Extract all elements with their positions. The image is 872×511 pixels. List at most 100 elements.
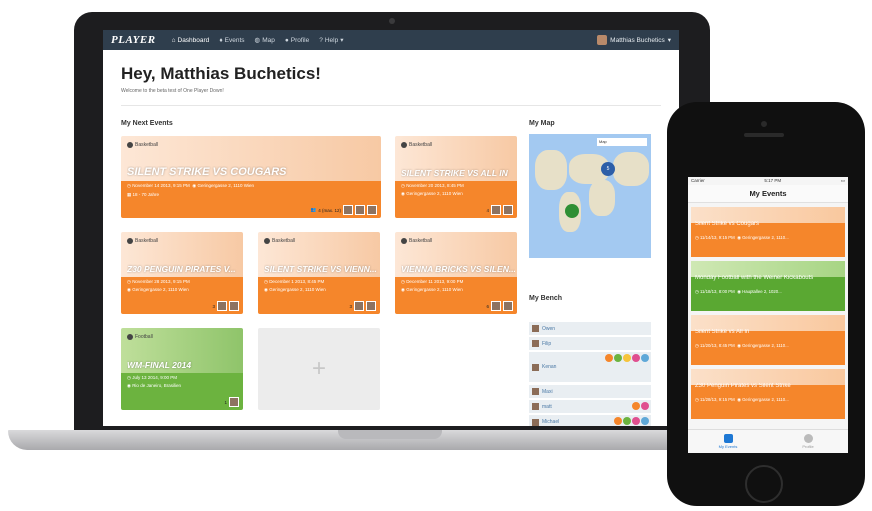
attendees: 6 bbox=[486, 301, 513, 311]
tab-bar: My Events Profile bbox=[688, 429, 848, 453]
sport-icon bbox=[641, 402, 649, 410]
sport-icon bbox=[605, 354, 613, 362]
laptop-screen: PLAYER ⌂ Dashboard ♦ Events ◍ Map ● Profile … bbox=[103, 30, 679, 426]
bench-title: My Bench bbox=[529, 295, 563, 302]
basketball-icon bbox=[127, 142, 133, 148]
phone-camera bbox=[761, 121, 767, 127]
bench-player[interactable]: Maxi bbox=[529, 385, 651, 398]
map-land bbox=[613, 152, 649, 186]
attendee-avatar bbox=[229, 397, 239, 407]
caret-down-icon: ▾ bbox=[667, 37, 671, 44]
attendee-avatar bbox=[217, 301, 227, 311]
user-menu[interactable]: Matthias Buchetics ▾ bbox=[597, 35, 671, 45]
nav-help[interactable]: ? Help ▾ bbox=[319, 36, 344, 45]
event-info: ◷ 11/28/13, 9:15 PM ◉ Geringergasse 2, 1… bbox=[695, 397, 789, 402]
sport-label: Football bbox=[127, 334, 153, 340]
event-name: Monday Football with the Weiner Kickabou… bbox=[695, 275, 814, 281]
event-datetime: ◷ November 14 2013, 9:15 PM ◉ Geringerga… bbox=[127, 183, 255, 188]
event-info: ◷ 11/18/13, 8:00 PM ◉ Hauptallee 2, 1020… bbox=[695, 289, 782, 294]
sport-icon bbox=[623, 354, 631, 362]
bench-player[interactable]: Filip bbox=[529, 337, 651, 350]
attendee-avatar bbox=[343, 205, 353, 215]
caret-down-icon: ▾ bbox=[340, 37, 344, 44]
event-place: ◉ Geringergasse 2, 1110 Wien bbox=[401, 191, 463, 196]
phone-event-card[interactable]: Z30 Penguin Pirates vs Silent Strike ◷ 1… bbox=[691, 369, 845, 419]
tab-my-events[interactable]: My Events bbox=[688, 430, 768, 453]
attendee-avatar bbox=[491, 205, 501, 215]
map-land bbox=[589, 180, 615, 216]
event-info: ◷ 11/14/13, 9:15 PM ◉ Geringergasse 2, 1… bbox=[695, 235, 789, 240]
phone-event-card[interactable]: Silent Strike vs Cougars ◷ 11/14/13, 9:1… bbox=[691, 207, 845, 257]
event-name: Silent Strike vs All In bbox=[695, 329, 750, 335]
event-age-range: ▦ 18 - 70 Jahre bbox=[127, 192, 160, 197]
tab-profile[interactable]: Profile bbox=[768, 430, 848, 453]
attendee-avatar bbox=[491, 301, 501, 311]
attendee-avatar bbox=[503, 301, 513, 311]
sport-icon bbox=[614, 354, 622, 362]
sport-icon bbox=[641, 354, 649, 362]
football-icon bbox=[127, 334, 133, 340]
event-card[interactable]: Basketball SILENT STRIKE VS COUGARS ◷ No… bbox=[121, 136, 381, 218]
battery-icon: ▭ bbox=[840, 178, 845, 183]
nav-profile[interactable]: ● Profile bbox=[285, 37, 309, 44]
laptop-notch bbox=[338, 430, 442, 439]
attendee-avatar bbox=[229, 301, 239, 311]
map-type-select[interactable]: Map bbox=[597, 138, 647, 146]
dashboard-page: Hey, Matthias Buchetics! Welcome to the … bbox=[103, 50, 679, 426]
plus-icon: + bbox=[311, 355, 326, 382]
phone-screen: Carrier 5:17 PM ▭ My Events Silent Strike … bbox=[688, 177, 848, 453]
bench-player[interactable]: Kenan bbox=[529, 352, 651, 382]
nav-dashboard[interactable]: ⌂ Dashboard bbox=[172, 37, 210, 44]
nav-map[interactable]: ◍ Map bbox=[254, 36, 275, 45]
bench-player[interactable]: Michael bbox=[529, 415, 651, 426]
event-name: Z30 Penguin Pirates vs Silent Strike bbox=[695, 383, 791, 389]
event-name: Silent Strike vs Cougars bbox=[695, 221, 760, 227]
add-event-button[interactable]: + bbox=[258, 328, 380, 410]
status-bar: Carrier 5:17 PM ▭ bbox=[691, 178, 845, 183]
basketball-icon bbox=[401, 142, 407, 148]
app-logo[interactable]: PLAYER bbox=[111, 34, 156, 46]
sport-icon bbox=[632, 354, 640, 362]
map-cluster-marker[interactable] bbox=[565, 204, 579, 218]
people-icon: 👥 bbox=[310, 207, 317, 212]
globe-icon: ◍ bbox=[254, 37, 261, 44]
welcome-text: Welcome to the beta test of One Player D… bbox=[121, 88, 224, 94]
phone-speaker bbox=[744, 133, 784, 137]
event-card[interactable]: Basketball VIENNA BRICKS VS SILEN... ◷ D… bbox=[395, 232, 517, 314]
user-icon bbox=[803, 434, 813, 443]
sport-icons bbox=[632, 402, 649, 410]
basketball-icon bbox=[401, 238, 407, 244]
attendee-avatar bbox=[367, 205, 377, 215]
sport-label: Basketball bbox=[127, 238, 158, 244]
user-icon: ● bbox=[284, 36, 289, 44]
map-cluster-marker[interactable]: 5 bbox=[601, 162, 615, 176]
sport-icon bbox=[632, 402, 640, 410]
avatar bbox=[532, 340, 539, 347]
sport-label: Basketball bbox=[264, 238, 295, 244]
attendees: 3 bbox=[212, 301, 239, 311]
event-card[interactable]: Basketball Z30 PENGUIN PIRATES V... ◷ No… bbox=[121, 232, 243, 314]
sport-icon bbox=[614, 417, 622, 425]
event-card[interactable]: Football WM-FINAL 2014 ◷ July 13 2014, 9… bbox=[121, 328, 243, 410]
home-button[interactable] bbox=[745, 465, 783, 503]
event-card[interactable]: Basketball SILENT STRIKE VS ALL IN ◷ Nov… bbox=[395, 136, 517, 218]
event-place: ◉ Geringergasse 2, 1110 Wien bbox=[264, 287, 326, 292]
home-icon bbox=[723, 434, 733, 443]
bench-player[interactable]: matt bbox=[529, 400, 651, 413]
avatar bbox=[532, 363, 539, 371]
attendees: 👥 4 (max. 12) bbox=[311, 205, 377, 215]
bench-player[interactable]: Owen bbox=[529, 322, 651, 335]
pin-icon: ♦ bbox=[219, 36, 223, 44]
nav-events[interactable]: ♦ Events bbox=[219, 37, 244, 44]
map-land bbox=[535, 150, 567, 190]
event-place: ◉ Geringergasse 2, 1110 Wien bbox=[127, 287, 189, 292]
phone-event-card[interactable]: Monday Football with the Weiner Kickabou… bbox=[691, 261, 845, 311]
laptop-camera bbox=[389, 18, 395, 24]
sport-label: Basketball bbox=[127, 142, 158, 148]
event-card[interactable]: Basketball SILENT STRIKE VS VIENN... ◷ D… bbox=[258, 232, 380, 314]
attendees: 4 bbox=[486, 205, 513, 215]
phone-event-card[interactable]: Silent Strike vs All In ◷ 11/20/13, 8:45… bbox=[691, 315, 845, 365]
page-title: Hey, Matthias Buchetics! bbox=[121, 64, 321, 83]
avatar bbox=[597, 35, 608, 45]
event-map[interactable]: Map 5 bbox=[529, 134, 651, 258]
